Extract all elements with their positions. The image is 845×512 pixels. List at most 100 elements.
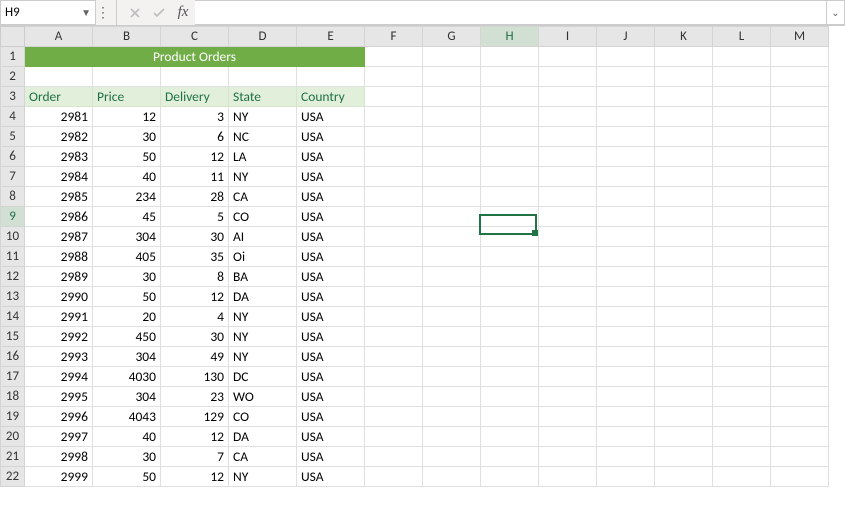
cell[interactable]: [655, 227, 713, 247]
data-cell[interactable]: 2991: [25, 307, 93, 327]
cell[interactable]: [481, 347, 539, 367]
header-order[interactable]: Order: [25, 87, 93, 107]
data-cell[interactable]: USA: [297, 367, 365, 387]
cell[interactable]: [539, 207, 597, 227]
row-header-14[interactable]: 14: [1, 307, 25, 327]
data-cell[interactable]: USA: [297, 347, 365, 367]
formula-expand-button[interactable]: ⌄: [827, 0, 845, 25]
cell[interactable]: [655, 307, 713, 327]
cell[interactable]: [481, 207, 539, 227]
data-cell[interactable]: NY: [229, 347, 297, 367]
chevron-down-icon[interactable]: ▼: [81, 6, 91, 19]
header-country[interactable]: Country: [297, 87, 365, 107]
cell[interactable]: [539, 367, 597, 387]
cell[interactable]: [597, 347, 655, 367]
data-cell[interactable]: 304: [93, 227, 161, 247]
data-cell[interactable]: 28: [161, 187, 229, 207]
data-cell[interactable]: USA: [297, 387, 365, 407]
cell[interactable]: [539, 267, 597, 287]
select-all-corner[interactable]: [1, 27, 25, 47]
row-header-2[interactable]: 2: [1, 67, 25, 87]
cell[interactable]: [597, 227, 655, 247]
row-header-10[interactable]: 10: [1, 227, 25, 247]
cell[interactable]: [597, 247, 655, 267]
data-cell[interactable]: 129: [161, 407, 229, 427]
cell[interactable]: [713, 387, 771, 407]
cell[interactable]: [713, 427, 771, 447]
data-cell[interactable]: USA: [297, 247, 365, 267]
cell[interactable]: [771, 267, 829, 287]
data-cell[interactable]: 11: [161, 167, 229, 187]
data-cell[interactable]: 50: [93, 467, 161, 487]
data-cell[interactable]: 3: [161, 107, 229, 127]
data-cell[interactable]: 30: [93, 447, 161, 467]
row-header-11[interactable]: 11: [1, 247, 25, 267]
data-cell[interactable]: 20: [93, 307, 161, 327]
data-cell[interactable]: 30: [93, 127, 161, 147]
cell[interactable]: [713, 267, 771, 287]
cell[interactable]: [597, 427, 655, 447]
cell[interactable]: [771, 287, 829, 307]
cell[interactable]: [771, 427, 829, 447]
header-price[interactable]: Price: [93, 87, 161, 107]
data-cell[interactable]: 30: [93, 267, 161, 287]
cell[interactable]: [771, 87, 829, 107]
cell[interactable]: [539, 47, 597, 67]
data-cell[interactable]: USA: [297, 427, 365, 447]
data-cell[interactable]: 2990: [25, 287, 93, 307]
data-cell[interactable]: 2989: [25, 267, 93, 287]
cell[interactable]: [597, 147, 655, 167]
data-cell[interactable]: USA: [297, 267, 365, 287]
cell[interactable]: [481, 427, 539, 447]
cell[interactable]: [539, 467, 597, 487]
cell[interactable]: [771, 47, 829, 67]
data-cell[interactable]: USA: [297, 227, 365, 247]
cell[interactable]: [365, 107, 423, 127]
cell[interactable]: [423, 447, 481, 467]
row-header-12[interactable]: 12: [1, 267, 25, 287]
data-cell[interactable]: 6: [161, 127, 229, 147]
col-header-C[interactable]: C: [161, 27, 229, 47]
data-cell[interactable]: 30: [161, 227, 229, 247]
cell[interactable]: [423, 247, 481, 267]
data-cell[interactable]: CA: [229, 447, 297, 467]
data-cell[interactable]: 2992: [25, 327, 93, 347]
cell[interactable]: [713, 407, 771, 427]
cell[interactable]: [365, 307, 423, 327]
row-header-18[interactable]: 18: [1, 387, 25, 407]
vertical-dots-icon[interactable]: ⋮: [96, 0, 110, 25]
cell[interactable]: [423, 467, 481, 487]
cell[interactable]: [655, 347, 713, 367]
col-header-F[interactable]: F: [365, 27, 423, 47]
cell[interactable]: [655, 47, 713, 67]
data-cell[interactable]: USA: [297, 207, 365, 227]
cell[interactable]: [365, 147, 423, 167]
data-cell[interactable]: 304: [93, 347, 161, 367]
cell[interactable]: [655, 147, 713, 167]
data-cell[interactable]: 2995: [25, 387, 93, 407]
cell[interactable]: [713, 347, 771, 367]
cell[interactable]: [423, 307, 481, 327]
data-cell[interactable]: USA: [297, 107, 365, 127]
cell[interactable]: [771, 367, 829, 387]
cell[interactable]: [655, 127, 713, 147]
cell[interactable]: [539, 167, 597, 187]
data-cell[interactable]: 234: [93, 187, 161, 207]
cell[interactable]: [365, 247, 423, 267]
data-cell[interactable]: DA: [229, 427, 297, 447]
cell[interactable]: [365, 367, 423, 387]
cell[interactable]: [423, 227, 481, 247]
row-header-8[interactable]: 8: [1, 187, 25, 207]
data-cell[interactable]: USA: [297, 467, 365, 487]
cell[interactable]: [771, 187, 829, 207]
data-cell[interactable]: 2982: [25, 127, 93, 147]
cell[interactable]: [423, 87, 481, 107]
cell[interactable]: [771, 227, 829, 247]
insert-function-button[interactable]: fx: [171, 0, 195, 25]
data-cell[interactable]: 23: [161, 387, 229, 407]
data-cell[interactable]: NY: [229, 327, 297, 347]
cell[interactable]: [423, 387, 481, 407]
cell[interactable]: [597, 67, 655, 87]
cell[interactable]: [597, 287, 655, 307]
col-header-E[interactable]: E: [297, 27, 365, 47]
